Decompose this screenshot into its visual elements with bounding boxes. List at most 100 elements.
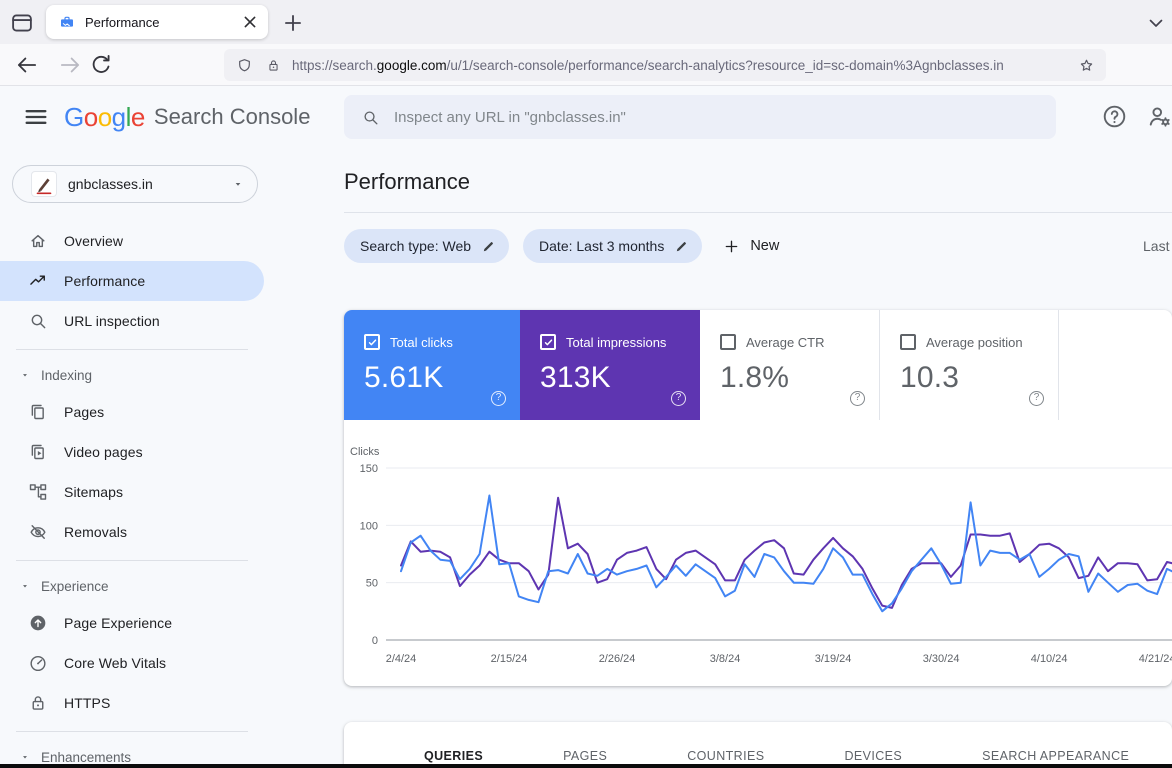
svg-text:2/26/24: 2/26/24: [599, 653, 636, 665]
sidebar-item-url-inspection[interactable]: URL inspection: [0, 301, 264, 341]
caret-down-icon: [232, 178, 244, 190]
performance-chart[interactable]: Clicks0501001502/4/242/15/242/26/243/8/2…: [344, 440, 1172, 686]
new-tab-button[interactable]: [280, 10, 306, 36]
sitemap-icon: [28, 482, 48, 502]
back-button[interactable]: [14, 52, 40, 78]
new-filter-button[interactable]: New: [722, 237, 779, 256]
help-icon[interactable]: [1101, 103, 1128, 130]
chevdown-icon: [1144, 11, 1168, 35]
help-icon[interactable]: ?: [671, 391, 686, 406]
dimension-tabs: QUERIES PAGES COUNTRIES DEVICES SEARCH APPEA…: [344, 722, 1172, 764]
plus-icon: [722, 237, 741, 256]
list-all-tabs-icon[interactable]: [1144, 11, 1168, 35]
firefox-view-icon[interactable]: [9, 10, 35, 36]
metric-checkbox[interactable]: [540, 334, 556, 350]
filter-chips: Search type: Web Date: Last 3 months: [344, 229, 702, 263]
help-icon: [1101, 103, 1128, 130]
sidebar-item-core-web-vitals[interactable]: Core Web Vitals: [0, 643, 264, 683]
tab-devices[interactable]: DEVICES: [844, 749, 902, 763]
app-header: Google Search Console: [0, 86, 1172, 148]
caret-icon: [20, 752, 30, 762]
caret-icon: [20, 581, 30, 591]
svg-text:50: 50: [366, 578, 378, 590]
sidebar-section-experience[interactable]: Experience: [0, 569, 264, 603]
sidebar-section-enhancements[interactable]: Enhancements: [0, 740, 264, 764]
metric-average-ctr[interactable]: Average CTR1.8%?: [700, 310, 879, 420]
pages-icon: [28, 402, 48, 422]
tab-countries[interactable]: COUNTRIES: [687, 749, 764, 763]
tab-queries[interactable]: QUERIES: [424, 749, 483, 763]
tab-pages[interactable]: PAGES: [563, 749, 607, 763]
sidebar-item-page-experience[interactable]: Page Experience: [0, 603, 264, 643]
metric-checkbox[interactable]: [364, 334, 380, 350]
tab-close-icon[interactable]: [240, 12, 260, 32]
google-logo: Google: [64, 102, 145, 133]
metric-checkbox[interactable]: [720, 334, 736, 350]
hamburger-menu-icon[interactable]: [22, 103, 50, 131]
svg-text:3/30/24: 3/30/24: [923, 653, 960, 665]
main-content: Performance Search type: Web Date: Last 3…: [264, 148, 1172, 764]
url-inspect-searchbar[interactable]: [344, 95, 1056, 139]
sidebar-item-overview[interactable]: Overview: [0, 221, 264, 261]
sidebar-section-indexing[interactable]: Indexing: [0, 358, 264, 392]
url-bar[interactable]: https://search.google.com/u/1/search-con…: [224, 49, 1106, 81]
reload-button[interactable]: [88, 52, 114, 78]
performance-chart-card: Total clicks5.61K?Total impressions313K?…: [344, 310, 1172, 686]
property-selector[interactable]: gnbclasses.in: [12, 165, 258, 203]
browser-toolbar: https://search.google.com/u/1/search-con…: [0, 44, 1172, 86]
sidebar-item-sitemaps[interactable]: Sitemaps: [0, 472, 264, 512]
gsc-favicon-icon: [59, 14, 75, 30]
home-icon: [28, 231, 48, 251]
sidebar-divider: [16, 349, 248, 350]
eye-off-icon: [28, 522, 48, 542]
filter-chip-search-type-web[interactable]: Search type: Web: [344, 229, 509, 263]
sidebar-item-removals[interactable]: Removals: [0, 512, 264, 552]
help-icon[interactable]: ?: [491, 391, 506, 406]
chart-svg: Clicks0501001502/4/242/15/242/26/243/8/2…: [344, 440, 1172, 686]
pen-logo-icon: [32, 172, 56, 196]
person-gear-icon: [1146, 103, 1172, 130]
tab-search-appearance[interactable]: SEARCH APPEARANCE: [982, 749, 1129, 763]
reload-icon: [88, 52, 114, 78]
help-icon[interactable]: ?: [850, 391, 865, 406]
filter-chip-date-last-3-months[interactable]: Date: Last 3 months: [523, 229, 702, 263]
gauge-icon: [28, 653, 48, 673]
svg-text:2/15/24: 2/15/24: [491, 653, 528, 665]
help-icon[interactable]: ?: [1029, 391, 1044, 406]
ffview-icon: [9, 10, 35, 36]
metric-value: 5.61K: [364, 361, 520, 395]
browser-tab[interactable]: Performance: [46, 5, 268, 39]
screen: Performance https://search.google.com/u/…: [0, 0, 1172, 768]
sidebar-nav: OverviewPerformanceURL inspection Indexin…: [0, 221, 264, 764]
page-title: Performance: [344, 169, 470, 195]
bookmark-star-icon[interactable]: [1078, 57, 1095, 74]
metric-value: 10.3: [900, 361, 1058, 395]
caret-icon: [232, 178, 244, 190]
property-name: gnbclasses.in: [68, 176, 153, 192]
chart-ylabel: Clicks: [350, 446, 380, 458]
metric-total-impressions[interactable]: Total impressions313K?: [520, 310, 700, 420]
sidebar-divider: [16, 731, 248, 732]
star-icon: [1078, 57, 1095, 74]
sidebar-item-performance[interactable]: Performance: [0, 261, 264, 301]
metric-checkbox[interactable]: [900, 334, 916, 350]
user-settings-icon[interactable]: [1146, 103, 1172, 130]
metric-value: 313K: [540, 361, 700, 395]
svg-text:2/4/24: 2/4/24: [386, 653, 417, 665]
forward-button[interactable]: [57, 52, 83, 78]
search-icon: [28, 311, 48, 331]
sidebar-item-pages[interactable]: Pages: [0, 392, 264, 432]
pen-logo-icon: [32, 172, 56, 196]
search-input[interactable]: [394, 109, 1056, 126]
metric-value: 1.8%: [720, 361, 879, 395]
lock-icon[interactable]: [266, 58, 281, 73]
metric-total-clicks[interactable]: Total clicks5.61K?: [344, 310, 520, 420]
shield-icon[interactable]: [236, 57, 253, 74]
tab-favicon-icon: [59, 14, 75, 30]
sidebar-item-video-pages[interactable]: Video pages: [0, 432, 264, 472]
sidebar-divider: [16, 560, 248, 561]
metric-average-position[interactable]: Average position10.3?: [879, 310, 1059, 420]
sidebar-item-https[interactable]: HTTPS: [0, 683, 264, 723]
caret-icon: [20, 370, 30, 380]
search-icon: [361, 108, 380, 127]
